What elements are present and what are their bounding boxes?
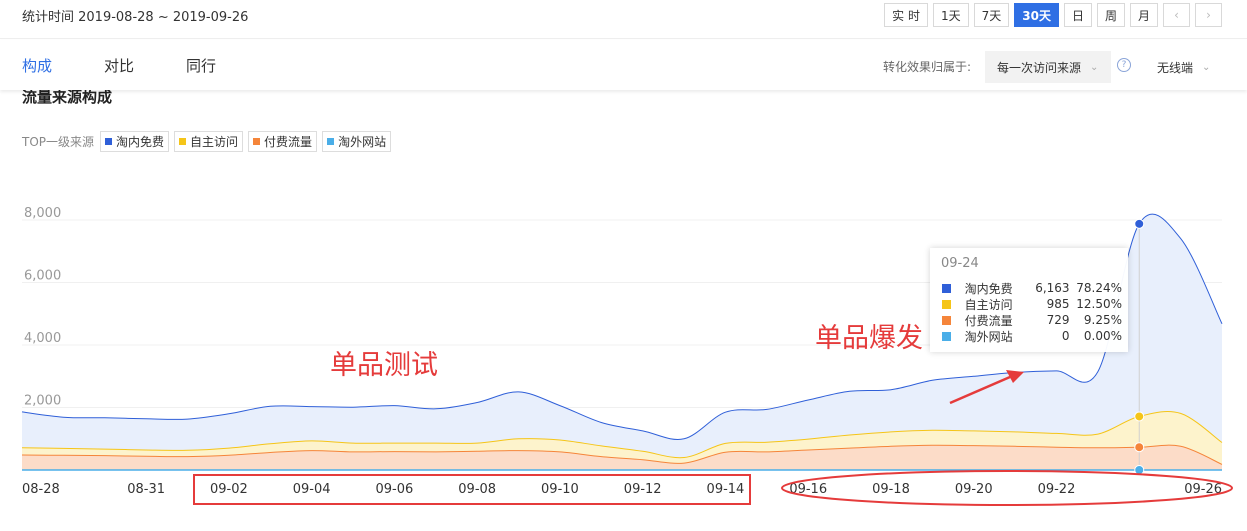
tooltip-pct: 0.00% <box>1083 329 1123 343</box>
tooltip-swatch <box>942 331 951 341</box>
tooltip-name: 付费流量 <box>964 313 1013 328</box>
x-tick-label: 09-02 <box>210 482 248 497</box>
x-tick-label: 09-08 <box>458 482 496 497</box>
x-tick-label: 09-16 <box>789 482 827 497</box>
x-tick-label: 09-22 <box>1038 482 1076 497</box>
tooltip-swatch <box>942 299 951 309</box>
point-marker <box>1134 442 1145 453</box>
point-marker <box>1134 218 1145 229</box>
x-tick-label: 09-04 <box>293 482 331 497</box>
tooltip-name: 淘内免费 <box>964 281 1013 296</box>
x-tick-label: 09-06 <box>376 482 414 497</box>
tooltip-date: 09-24 <box>941 256 979 271</box>
tooltip-swatch <box>942 283 951 293</box>
tooltip-value: 729 <box>1046 313 1070 327</box>
tab-peers[interactable]: 同行 <box>186 55 216 76</box>
tooltip-pct: 12.50% <box>1076 297 1123 311</box>
attribution-select-value: 每一次访问来源 <box>997 60 1082 75</box>
x-tick-label: 08-31 <box>127 482 165 497</box>
tooltip-value: 0 <box>1061 329 1070 343</box>
tooltip-pct: 9.25% <box>1083 313 1123 327</box>
x-tick-label: 09-12 <box>624 482 662 497</box>
tooltip-name: 自主访问 <box>964 297 1013 312</box>
y-tick-label: 4,000 <box>24 331 61 346</box>
x-tick-label: 09-18 <box>872 482 910 497</box>
tooltip-pct: 78.24% <box>1076 281 1123 295</box>
tooltip-row: 自主访问 985 12.50% <box>942 296 1122 312</box>
tab-composition[interactable]: 构成 <box>22 55 52 76</box>
tooltip-row: 淘内免费 6,163 78.24% <box>942 280 1122 296</box>
tooltip-value: 985 <box>1046 297 1070 311</box>
annotation-burst-label: 单品爆发 <box>815 323 923 354</box>
tooltip-row: 淘外网站 0 0.00% <box>942 328 1122 344</box>
device-select-value: 无线端 <box>1157 60 1194 75</box>
device-select[interactable]: 无线端 ⌄ <box>1145 51 1223 83</box>
attribution-select[interactable]: 每一次访问来源 ⌄ <box>985 51 1111 83</box>
tab-compare[interactable]: 对比 <box>104 55 134 76</box>
chart-tooltip: 09-24 淘内免费 6,163 78.24% 自主访问 985 12.50% … <box>930 248 1128 352</box>
y-tick-label: 6,000 <box>24 269 61 284</box>
attribution-label: 转化效果归属于: <box>883 60 972 74</box>
x-tick-label: 09-14 <box>707 482 745 497</box>
chevron-down-icon: ⌄ <box>1202 61 1211 73</box>
tooltip-name: 淘外网站 <box>964 329 1013 344</box>
y-tick-label: 8,000 <box>24 206 61 221</box>
x-tick-label: 08-28 <box>22 482 60 497</box>
chevron-down-icon: ⌄ <box>1090 61 1099 73</box>
y-tick-label: 2,000 <box>24 394 61 409</box>
annotation-test-label: 单品测试 <box>330 350 438 381</box>
tooltip-row: 付费流量 729 9.25% <box>942 312 1122 328</box>
x-tick-label: 09-10 <box>541 482 579 497</box>
tabs-bar: 构成 对比 同行 转化效果归属于: 每一次访问来源 ⌄ ? 无线端 ⌄ <box>0 40 1247 90</box>
tooltip-value: 6,163 <box>1035 281 1070 295</box>
help-icon[interactable]: ? <box>1117 58 1131 72</box>
tooltip-swatch <box>942 315 951 325</box>
point-marker <box>1134 411 1145 422</box>
x-tick-label: 09-20 <box>955 482 993 497</box>
annotation-ellipse <box>781 470 1233 506</box>
